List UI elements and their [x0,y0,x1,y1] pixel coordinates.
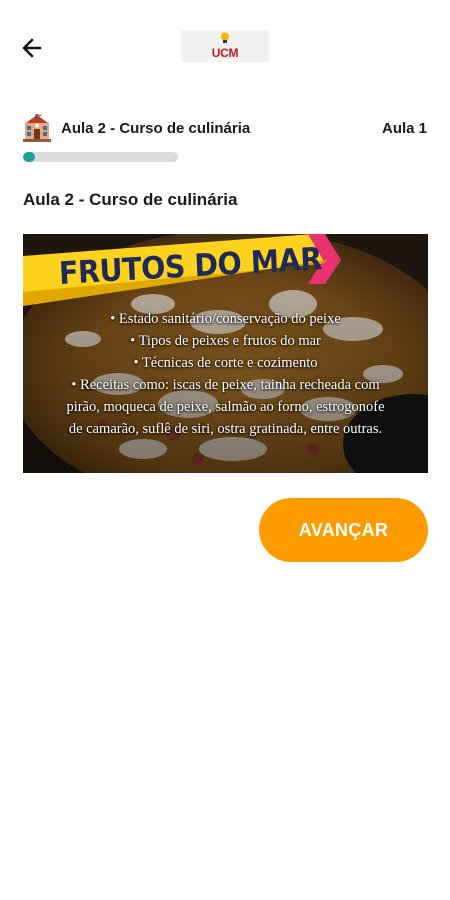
app-logo: UCM [181,30,269,62]
banner-topic-list: • Estado sanitário/conservação do peixe … [23,308,428,440]
back-button[interactable] [14,30,50,66]
lesson-title: Aula 2 - Curso de culinária [23,190,238,209]
course-header: Aula 2 - Curso de culinária Aula 1 [23,114,427,144]
course-header-title: Aula 2 - Curso de culinária [61,120,251,137]
arrow-left-icon [22,38,42,58]
banner-topic-line: • Técnicas de corte e cozimento [133,355,318,371]
lesson-banner-image: FRUTOS DO MAR • Estado sanitário/conserv… [23,234,428,473]
top-app-bar: UCM [0,0,450,92]
banner-topic-line: • Receitas como: iscas de peixe, tainha … [71,377,380,393]
school-building-icon [23,114,51,142]
logo-text: UCM [211,46,239,60]
advance-button[interactable]: AVANÇAR [259,498,428,562]
lesson-progress-bar [23,152,178,162]
lesson-counter: Aula 1 [381,120,427,137]
lightbulb-icon [221,32,229,43]
banner-topic-line: • Estado sanitário/conservação do peixe [110,311,341,327]
lesson-progress-fill [23,152,36,162]
banner-topic-line: de camarão, suflê de siri, ostra gratina… [68,421,383,437]
banner-topic-line: pirão, moqueca de peixe, salmão ao forno… [66,399,385,415]
banner-topic-line: • Tipos de peixes e frutos do mar [130,333,321,349]
